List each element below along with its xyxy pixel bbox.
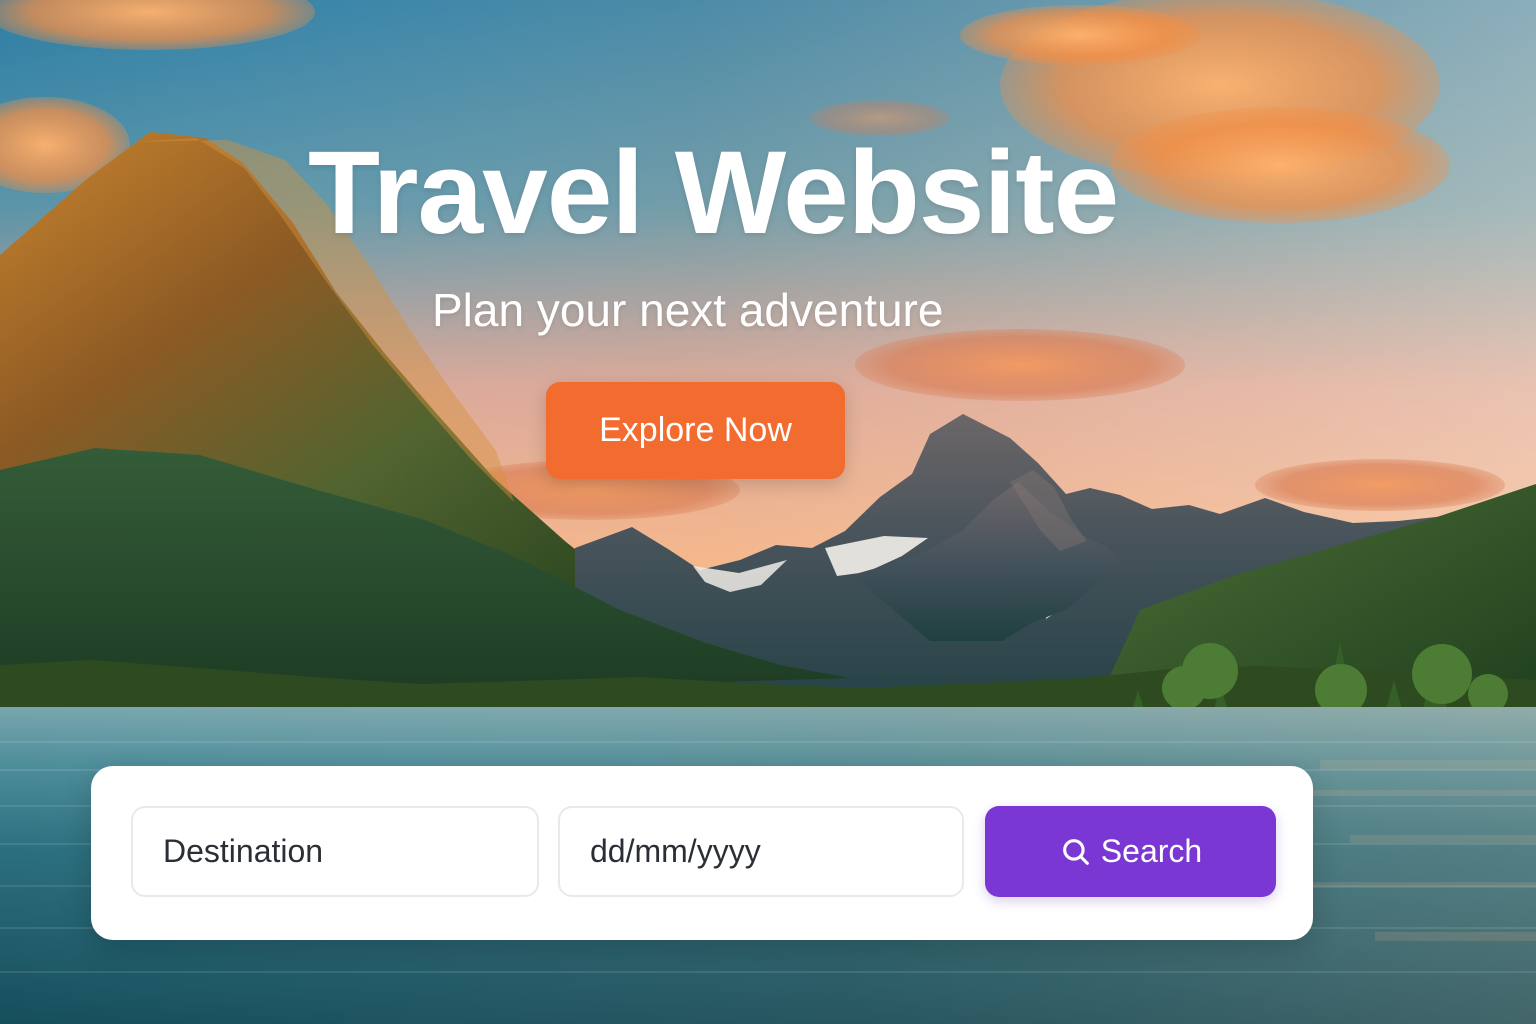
explore-now-button[interactable]: Explore Now bbox=[546, 382, 845, 479]
hero-subtitle: Plan your next adventure bbox=[432, 284, 944, 336]
search-button-label: Search bbox=[1100, 833, 1203, 869]
date-input[interactable] bbox=[558, 806, 964, 897]
search-icon bbox=[1059, 835, 1093, 869]
destination-input[interactable] bbox=[131, 806, 539, 897]
search-button[interactable]: Search bbox=[985, 806, 1276, 897]
search-card: Search bbox=[91, 766, 1313, 940]
hero-title: Travel Website bbox=[308, 127, 1119, 259]
